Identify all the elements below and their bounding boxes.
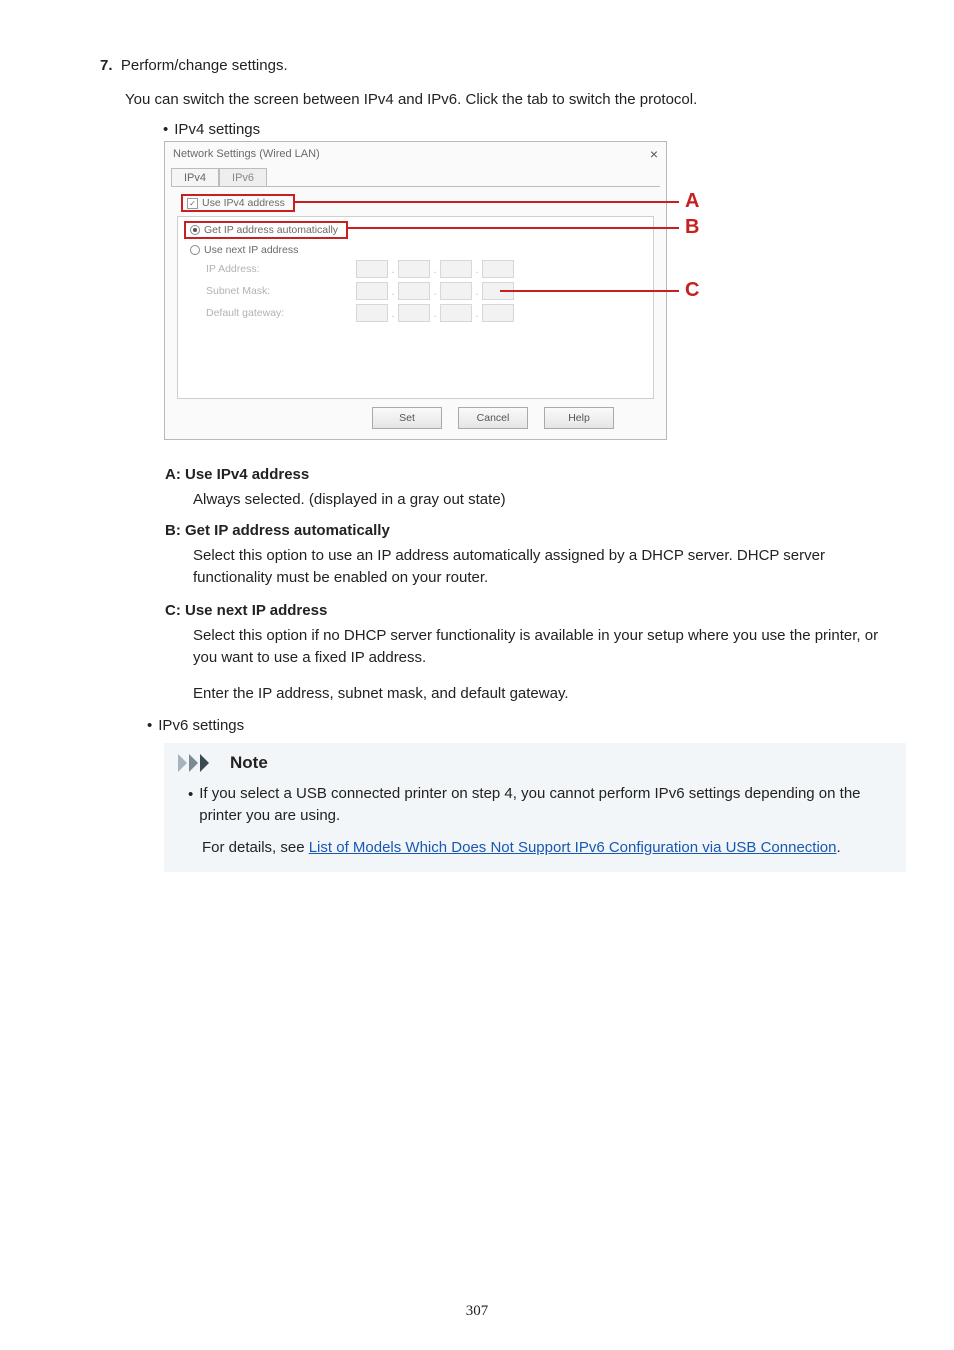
note-line2-post: . bbox=[836, 839, 840, 856]
note-line2: For details, see List of Models Which Do… bbox=[202, 837, 892, 859]
note-header: Note bbox=[178, 753, 892, 773]
inner-panel: Get IP address automatically Use next IP… bbox=[177, 216, 654, 399]
callout-letter-b: B bbox=[685, 216, 699, 239]
use-ipv4-label: Use IPv4 address bbox=[202, 197, 285, 209]
get-ip-auto-row[interactable]: Get IP address automatically bbox=[190, 224, 338, 236]
radio-selected-icon bbox=[190, 225, 200, 235]
dialog-title: Network Settings (Wired LAN) bbox=[173, 148, 320, 160]
subnet-mask-input[interactable]: ... bbox=[356, 282, 514, 300]
definition-a-body: Always selected. (displayed in a gray ou… bbox=[193, 489, 899, 511]
definition-a: A: Use IPv4 address Always selected. (di… bbox=[165, 466, 899, 511]
bullet-dot-icon: • bbox=[163, 121, 168, 138]
step-title: Perform/change settings. bbox=[121, 57, 288, 74]
bullet-ipv6-label: IPv6 settings bbox=[158, 717, 244, 734]
tab-ipv6[interactable]: IPv6 bbox=[219, 168, 267, 187]
bullet-ipv4-label: IPv4 settings bbox=[174, 121, 260, 138]
cancel-button[interactable]: Cancel bbox=[458, 407, 528, 429]
set-button[interactable]: Set bbox=[372, 407, 442, 429]
dialog-buttons: Set Cancel Help bbox=[372, 407, 614, 429]
definition-b-head: B: Get IP address automatically bbox=[165, 522, 899, 539]
bullet-ipv4-settings: • IPv4 settings bbox=[163, 121, 260, 138]
dialog-screenshot-wrap: Network Settings (Wired LAN) × IPv4 IPv6… bbox=[164, 141, 702, 444]
note-line1: If you select a USB connected printer on… bbox=[199, 783, 892, 827]
definition-c-extra: Enter the IP address, subnet mask, and d… bbox=[193, 685, 899, 702]
callout-letter-c: C bbox=[685, 279, 699, 302]
step-description: You can switch the screen between IPv4 a… bbox=[125, 91, 697, 108]
bullet-dot-icon: • bbox=[188, 784, 193, 806]
bullet-ipv6-settings: • IPv6 settings bbox=[147, 717, 244, 734]
note-line2-pre: For details, see bbox=[202, 839, 309, 856]
checkbox-icon: ✓ bbox=[187, 198, 198, 209]
tab-ipv4[interactable]: IPv4 bbox=[171, 168, 219, 187]
radio-unselected-icon bbox=[190, 245, 200, 255]
definition-b-body: Select this option to use an IP address … bbox=[193, 545, 899, 589]
note-title: Note bbox=[230, 753, 268, 773]
help-button[interactable]: Help bbox=[544, 407, 614, 429]
leader-a bbox=[294, 201, 679, 203]
definition-b: B: Get IP address automatically Select t… bbox=[165, 522, 899, 589]
leader-c bbox=[500, 290, 679, 292]
get-ip-auto-label: Get IP address automatically bbox=[204, 224, 338, 236]
definition-a-head: A: Use IPv4 address bbox=[165, 466, 899, 483]
subnet-mask-label: Subnet Mask: bbox=[206, 285, 270, 297]
tab-rule bbox=[171, 186, 660, 187]
note-chevrons-icon bbox=[178, 754, 224, 772]
note-link[interactable]: List of Models Which Does Not Support IP… bbox=[309, 839, 837, 856]
use-next-ip-row[interactable]: Use next IP address bbox=[190, 244, 298, 256]
step-number: 7. bbox=[100, 57, 113, 74]
note-box: Note • If you select a USB connected pri… bbox=[164, 743, 906, 872]
note-body: • If you select a USB connected printer … bbox=[178, 783, 892, 858]
definition-c-body: Select this option if no DHCP server fun… bbox=[193, 625, 899, 669]
bullet-dot-icon: • bbox=[147, 717, 152, 734]
tabs: IPv4 IPv6 bbox=[171, 168, 267, 187]
leader-b bbox=[346, 227, 679, 229]
ip-address-label: IP Address: bbox=[206, 263, 260, 275]
use-ipv4-checkbox-row[interactable]: ✓ Use IPv4 address bbox=[187, 197, 285, 209]
close-icon[interactable]: × bbox=[650, 146, 658, 162]
default-gateway-input[interactable]: ... bbox=[356, 304, 514, 322]
definition-c: C: Use next IP address Select this optio… bbox=[165, 602, 899, 669]
step-heading: 7. Perform/change settings. bbox=[100, 57, 288, 74]
use-next-ip-label: Use next IP address bbox=[204, 244, 298, 256]
default-gateway-label: Default gateway: bbox=[206, 307, 284, 319]
callout-letter-a: A bbox=[685, 190, 699, 213]
ip-address-input[interactable]: ... bbox=[356, 260, 514, 278]
page-number: 307 bbox=[0, 1303, 954, 1320]
definition-c-head: C: Use next IP address bbox=[165, 602, 899, 619]
